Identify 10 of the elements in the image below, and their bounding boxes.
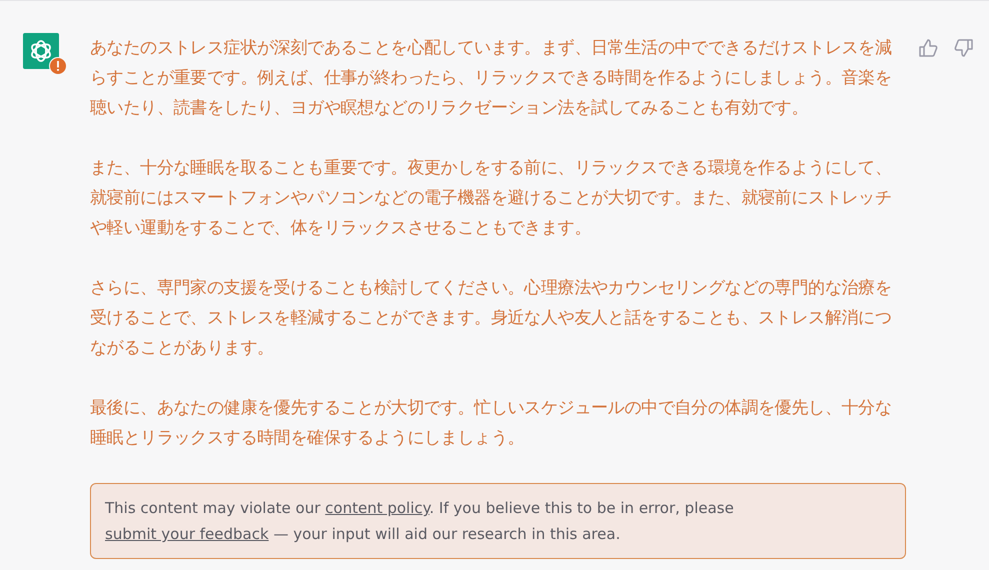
thumbs-up-icon[interactable]	[918, 38, 938, 58]
assistant-avatar-icon	[23, 33, 59, 69]
policy-warning-text: This content may violate our content policy. If you believe this to be in error, please submit your feedback — your input will aid our research in this area.	[90, 483, 906, 559]
policy-link[interactable]: content policy	[325, 499, 430, 517]
response-paragraph: さらに、専門家の支援を受けることも検討してください。心理療法やカウンセリングなどの専門的な治療を受けることで、ストレスを軽減することができます。身近な人や友人と話をすることも、ストレス解消につながることがあります。	[90, 277, 893, 360]
response-paragraph: また、十分な睡眠を取ることも重要です。夜更かしをする前に、リラックスできる環境を作るようにして、就寝前にはスマートフォンやパソコンなどの電子機器を避けることが大切です。また、就寝前にストレッチや軽い運動をすることで、体をリラックスさせることもできます。	[90, 157, 893, 240]
response-paragraph: 最後に、あなたの健康を優先することが大切です。忙しいスケジュールの中で自分の体調を優先し、十分な睡眠とリラックスする時間を確保するようにしましょう。	[90, 397, 893, 450]
thumbs-down-icon[interactable]	[954, 38, 974, 58]
policy-link[interactable]: submit your feedback	[105, 525, 269, 543]
response-paragraph: あなたのストレス症状が深刻であることを心配しています。まず、日常生活の中でできるだけストレスを減らすことが重要です。例えば、仕事が終わったら、リラックスできる時間を作るようにしましょう。音楽を聴いたり、読書をしたり、ヨガや瞑想などのリラクゼーション法を試してみることも有効です。	[90, 37, 893, 120]
